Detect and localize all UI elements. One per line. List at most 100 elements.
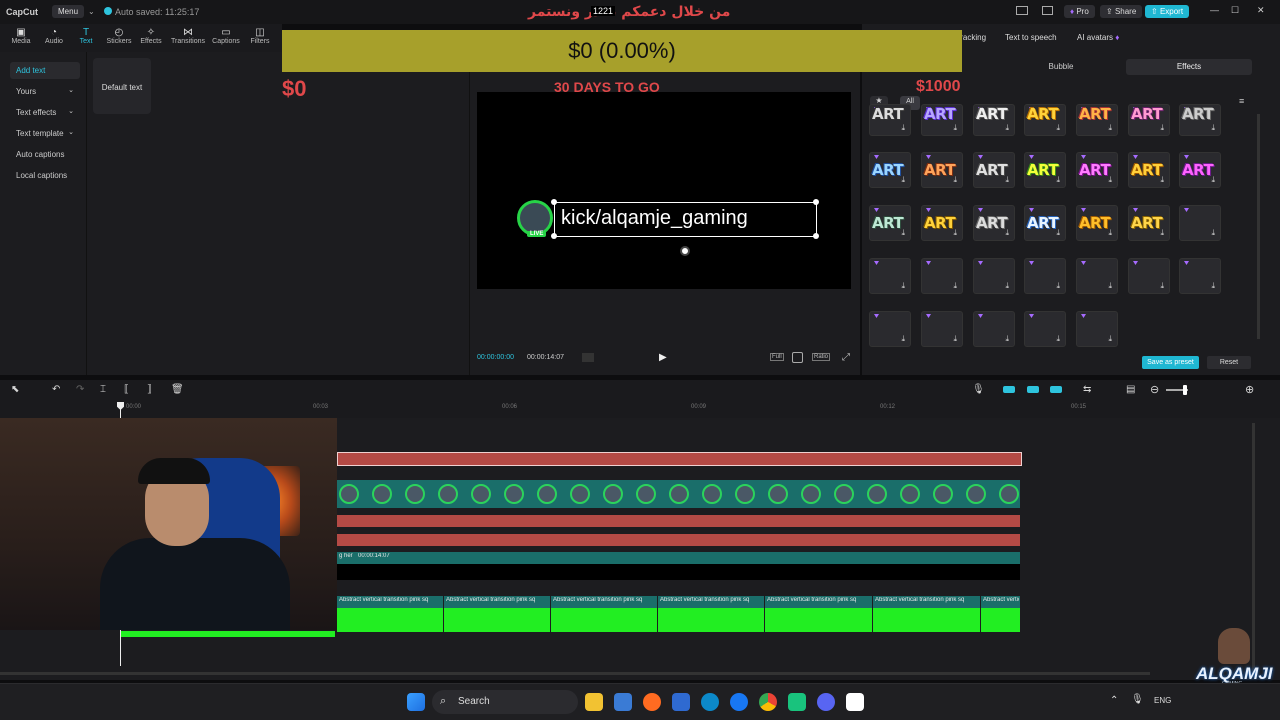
effect-preset-tile[interactable]: ART ⤓ [1128, 104, 1170, 136]
effect-preset-tile[interactable]: ⤓ [1128, 258, 1170, 294]
video-clip[interactable]: g her 00:00:14:07 [337, 552, 1020, 580]
reset-button[interactable]: Reset [1207, 356, 1251, 369]
zoom-in-icon[interactable]: ⊕ [1245, 383, 1254, 396]
edge-icon[interactable] [701, 693, 719, 711]
tab-captions[interactable]: ▭ Captions [209, 27, 243, 45]
effect-preset-tile[interactable]: ⤓ [921, 311, 963, 347]
sidebar-item-auto-captions[interactable]: Auto captions [10, 146, 80, 163]
zoom-slider-thumb[interactable] [1183, 385, 1187, 395]
menu-button[interactable]: Menu [52, 5, 85, 18]
sidebar-item-yours[interactable]: Yours ⌄ [10, 83, 80, 100]
magnet-icon[interactable] [1027, 386, 1039, 393]
save-preset-button[interactable]: Save as preset [1142, 356, 1199, 369]
preview-axis-icon[interactable]: ⇆ [1083, 384, 1091, 395]
filter-icon[interactable]: ≡ [1239, 96, 1244, 106]
audio-clip[interactable] [120, 631, 335, 637]
effect-preset-tile[interactable]: ⤓ [1076, 258, 1118, 294]
tab-effects[interactable]: ✧ Effects [134, 27, 168, 45]
transition-clip[interactable]: Abstract vertical transition pink sq [981, 596, 1020, 632]
microphone-icon[interactable]: 🎙 [972, 384, 985, 395]
transition-clip[interactable]: Abstract vertical transition pink sq [873, 596, 980, 632]
tab-ai-avatars[interactable]: AI avatars ♦ [1077, 33, 1119, 42]
trim-right-icon[interactable]: ⟧ [147, 384, 152, 395]
outlook-icon[interactable] [672, 693, 690, 711]
tab-media[interactable]: ▣ Media [4, 27, 38, 45]
panel-icon[interactable] [1042, 6, 1053, 15]
transition-clip[interactable]: Abstract vertical transition pink sq [444, 596, 550, 632]
app-icon[interactable] [614, 693, 632, 711]
screenshot-icon[interactable] [792, 352, 803, 363]
subtab-effects[interactable]: Effects [1126, 59, 1252, 75]
minimize-icon[interactable]: — [1210, 5, 1219, 15]
layout-icon[interactable] [1016, 6, 1028, 15]
effect-preset-tile[interactable]: ART ⤓ [869, 104, 911, 136]
fullscreen-icon[interactable]: ⤢ [842, 352, 850, 363]
caption-icon[interactable]: ▤ [1126, 384, 1135, 395]
effect-preset-tile[interactable]: ⤓ [1179, 205, 1221, 241]
transition-clip[interactable]: Abstract vertical transition pink sq [337, 596, 443, 632]
link-icon[interactable] [1003, 386, 1015, 393]
microphone-icon[interactable]: 🎙 [1131, 694, 1144, 705]
effect-preset-tile[interactable]: ⤓ [921, 258, 963, 294]
text-clip-selected[interactable] [337, 452, 1022, 466]
sidebar-item-text-effects[interactable]: Text effects ⌄ [10, 104, 80, 121]
effect-preset-tile[interactable]: ART ⤓ [973, 104, 1015, 136]
scrollbar[interactable] [1257, 114, 1260, 339]
snap-icon[interactable] [1050, 386, 1062, 393]
effect-preset-tile[interactable]: ART ⤓ [869, 152, 911, 188]
effect-preset-tile[interactable]: ART ⤓ [973, 152, 1015, 188]
effect-preset-tile[interactable]: ART ⤓ [1128, 152, 1170, 188]
export-button[interactable]: ⇧ Export [1145, 5, 1190, 18]
effect-preset-tile[interactable]: ART ⤓ [1128, 205, 1170, 241]
tab-stickers[interactable]: ◴ Stickers [102, 27, 136, 45]
effect-preset-tile[interactable]: ⤓ [869, 311, 911, 347]
effect-preset-tile[interactable]: ART ⤓ [1179, 152, 1221, 188]
facebook-icon[interactable] [730, 693, 748, 711]
effect-preset-tile[interactable]: ⤓ [1179, 258, 1221, 294]
capcut-icon[interactable] [846, 693, 864, 711]
firefox-icon[interactable] [643, 693, 661, 711]
timecode-grid-icon[interactable] [582, 353, 594, 362]
effect-preset-tile[interactable]: ⤓ [869, 258, 911, 294]
effect-preset-tile[interactable]: ART ⤓ [1076, 205, 1118, 241]
search-box[interactable]: ⌕ Search [432, 690, 578, 714]
effect-preset-tile[interactable]: ⤓ [973, 258, 1015, 294]
pro-button[interactable]: ♦ Pro [1064, 5, 1095, 18]
scrollbar[interactable] [0, 672, 1150, 675]
effect-preset-tile[interactable]: ⤓ [973, 311, 1015, 347]
preview-canvas[interactable]: LIVE kick/alqamje_gaming [477, 92, 851, 289]
text-clip[interactable] [337, 515, 1020, 527]
chrome-icon[interactable] [759, 693, 777, 711]
effect-preset-tile[interactable]: ART ⤓ [921, 152, 963, 188]
language-indicator[interactable]: ENG [1154, 696, 1171, 705]
effect-preset-tile[interactable]: ART ⤓ [1024, 104, 1066, 136]
sticker-clip[interactable] [337, 480, 1020, 508]
effect-preset-tile[interactable]: ⤓ [1076, 311, 1118, 347]
sidebar-item-local-captions[interactable]: Local captions [10, 167, 80, 184]
effect-preset-tile[interactable]: ART ⤓ [921, 205, 963, 241]
effect-preset-tile[interactable]: ART ⤓ [1024, 152, 1066, 188]
share-button[interactable]: ⇪ Share [1100, 5, 1143, 18]
transition-clip[interactable]: Abstract vertical transition pink sq [765, 596, 872, 632]
transition-clip[interactable]: Abstract vertical transition pink sq [551, 596, 657, 632]
zoom-out-icon[interactable]: ⊖ [1150, 383, 1159, 396]
cursor-icon[interactable]: ⬉ [11, 384, 19, 395]
resize-handle[interactable] [551, 233, 557, 239]
effect-preset-tile[interactable]: ⤓ [1024, 258, 1066, 294]
effect-preset-tile[interactable]: ⤓ [1024, 311, 1066, 347]
resize-handle[interactable] [813, 199, 819, 205]
default-text-card[interactable]: Default text [93, 58, 151, 114]
windows-start-icon[interactable] [407, 693, 425, 711]
effect-preset-tile[interactable]: ART ⤓ [1076, 104, 1118, 136]
tab-tracking[interactable]: tracking [958, 33, 986, 42]
effect-preset-tile[interactable]: ART ⤓ [1076, 152, 1118, 188]
tab-transitions[interactable]: ⋈ Transitions [171, 27, 205, 45]
close-icon[interactable]: ✕ [1257, 5, 1265, 16]
app-icon-green[interactable] [788, 693, 806, 711]
text-layer[interactable]: kick/alqamje_gaming [554, 202, 817, 237]
resize-handle[interactable] [551, 199, 557, 205]
sidebar-item-text-template[interactable]: Text template ⌄ [10, 125, 80, 142]
tab-text[interactable]: T Text [69, 27, 103, 45]
discord-icon[interactable] [817, 693, 835, 711]
effect-preset-tile[interactable]: ART ⤓ [869, 205, 911, 241]
